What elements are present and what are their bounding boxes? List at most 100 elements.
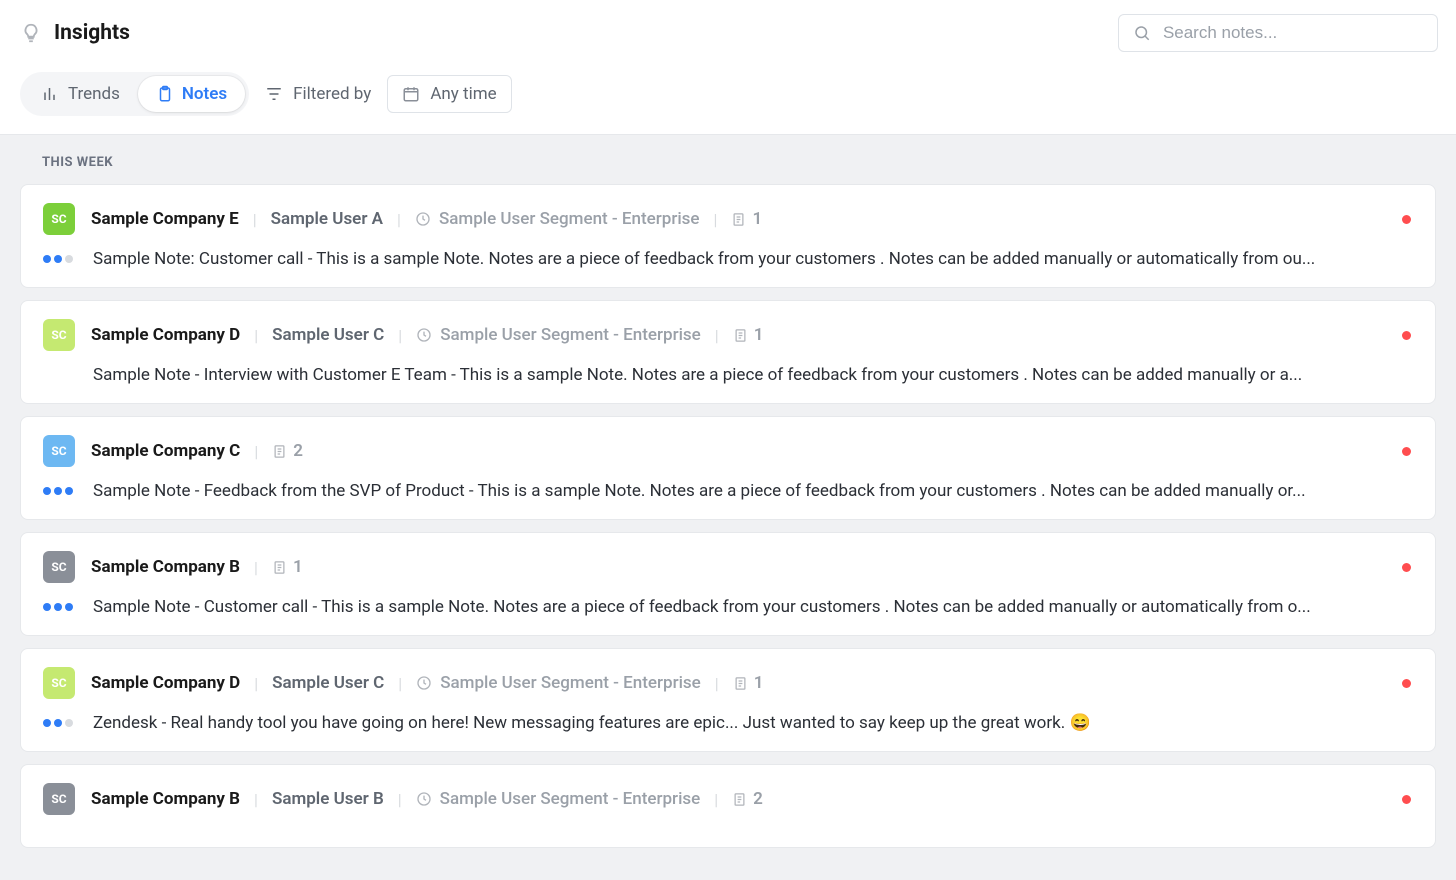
tag-dot	[65, 603, 73, 611]
note-card-body: Sample Note - Feedback from the SVP of P…	[43, 481, 1413, 501]
company-avatar: SC	[43, 319, 75, 351]
clock-icon	[416, 675, 432, 691]
note-card-header: SCSample Company E|Sample User A|Sample …	[43, 203, 1413, 235]
search-icon	[1133, 23, 1151, 43]
tag-dot	[43, 255, 51, 263]
status-indicator	[1402, 447, 1411, 456]
tab-notes[interactable]: Notes	[138, 76, 245, 112]
search-input[interactable]	[1163, 23, 1423, 43]
note-card[interactable]: SCSample Company D|Sample User C|Sample …	[20, 648, 1436, 752]
separator: |	[254, 790, 258, 809]
separator: |	[715, 326, 719, 345]
calendar-icon	[402, 85, 420, 103]
document-icon	[733, 676, 748, 691]
note-meta: Sample Company E | Sample User A | Sample Us…	[91, 209, 1413, 229]
note-card-header: SC Sample Company C | 2	[43, 435, 1413, 467]
bar-chart-icon	[42, 85, 60, 103]
clock-icon	[416, 791, 432, 807]
note-meta: Sample Company B|1	[91, 557, 1413, 577]
note-card[interactable]: SC Sample Company D | Sample User C | Sample …	[20, 300, 1436, 404]
note-card[interactable]: SC Sample Company C | 2 Sample Note - Feedba…	[20, 416, 1436, 520]
note-preview-text: Sample Note - Interview with Customer E …	[93, 365, 1413, 385]
company-name: Sample Company D	[91, 325, 240, 345]
separator: |	[715, 674, 719, 693]
tag-dot	[54, 487, 62, 495]
toolbar: Trends Notes Filtered by Any time	[0, 52, 1456, 135]
tag-dots	[43, 719, 75, 727]
note-meta: Sample Company D|Sample User C|Sample Us…	[91, 673, 1413, 693]
header-left: Insights	[20, 21, 130, 45]
separator: |	[714, 790, 718, 809]
company-avatar: SC	[43, 783, 75, 815]
tag-dots	[43, 603, 75, 611]
note-preview-text: Zendesk - Real handy tool you have going…	[93, 713, 1413, 733]
tag-dot	[65, 255, 73, 263]
separator: |	[254, 326, 258, 345]
segment-label: Sample User Segment - Enterprise	[416, 673, 701, 693]
separator: |	[398, 674, 402, 693]
date-filter-label: Any time	[430, 84, 496, 104]
document-icon	[732, 792, 747, 807]
note-count: 2	[272, 441, 303, 461]
note-card[interactable]: SCSample Company B|Sample User B|Sample …	[20, 764, 1436, 848]
tab-trends[interactable]: Trends	[24, 76, 138, 112]
filtered-by[interactable]: Filtered by	[265, 84, 371, 104]
document-icon	[733, 328, 748, 343]
note-meta: Sample Company C | 2	[91, 441, 1413, 461]
clipboard-icon	[156, 85, 174, 103]
user-name: Sample User B	[272, 789, 384, 809]
note-count: 1	[733, 325, 764, 345]
company-avatar: SC	[43, 551, 75, 583]
note-card-header: SC Sample Company D | Sample User C | Sample …	[43, 319, 1413, 351]
company-name: Sample Company E	[91, 209, 239, 229]
company-name: Sample Company D	[91, 673, 240, 693]
lightbulb-icon	[20, 22, 42, 44]
separator: |	[397, 210, 401, 229]
separator: |	[254, 442, 258, 461]
document-icon	[731, 212, 746, 227]
document-icon	[272, 444, 287, 459]
note-card[interactable]: SCSample Company E|Sample User A|Sample …	[20, 184, 1436, 288]
note-card-body: Sample Note - Interview with Customer E …	[43, 365, 1413, 385]
note-card-header: SC Sample Company B|1	[43, 551, 1413, 583]
company-avatar: SC	[43, 435, 75, 467]
segment-label: Sample User Segment - Enterprise	[415, 209, 700, 229]
status-indicator	[1402, 215, 1411, 224]
search-field[interactable]	[1118, 14, 1438, 52]
segment-label: Sample User Segment - Enterprise	[416, 789, 701, 809]
separator: |	[253, 210, 257, 229]
page-title: Insights	[54, 21, 130, 45]
note-count: 1	[733, 673, 764, 693]
note-card-header: SCSample Company D|Sample User C|Sample …	[43, 667, 1413, 699]
note-preview-text: Sample Note - Feedback from the SVP of P…	[93, 481, 1413, 501]
user-name: Sample User A	[271, 209, 383, 229]
user-name: Sample User C	[272, 325, 384, 345]
separator: |	[398, 790, 402, 809]
company-avatar: SC	[43, 667, 75, 699]
clock-icon	[416, 327, 432, 343]
note-preview-text: Sample Note: Customer call - This is a s…	[93, 249, 1413, 269]
note-card-body: Zendesk - Real handy tool you have going…	[43, 713, 1413, 733]
tag-dot	[54, 603, 62, 611]
tag-dots	[43, 487, 75, 495]
filtered-by-label: Filtered by	[293, 84, 371, 104]
company-name: Sample Company C	[91, 441, 240, 461]
status-indicator	[1402, 679, 1411, 688]
status-indicator	[1402, 563, 1411, 572]
tag-dot	[65, 487, 73, 495]
section-heading: THIS WEEK	[20, 135, 1436, 184]
status-indicator	[1402, 795, 1411, 804]
tag-dots	[43, 255, 75, 263]
date-filter-button[interactable]: Any time	[387, 75, 511, 113]
note-meta: Sample Company B|Sample User B|Sample Us…	[91, 789, 1413, 809]
note-card[interactable]: SC Sample Company B|1 Sample Note - Custom…	[20, 532, 1436, 636]
note-card-body: Sample Note - Customer call - This is a …	[43, 597, 1413, 617]
tag-dot	[54, 719, 62, 727]
document-icon	[272, 560, 287, 575]
separator: |	[254, 558, 258, 577]
note-count: 1	[731, 209, 762, 229]
note-card-body: Sample Note: Customer call - This is a s…	[43, 249, 1413, 269]
segment-label: Sample User Segment - Enterprise	[416, 325, 701, 345]
company-avatar: SC	[43, 203, 75, 235]
tag-dot	[43, 487, 51, 495]
